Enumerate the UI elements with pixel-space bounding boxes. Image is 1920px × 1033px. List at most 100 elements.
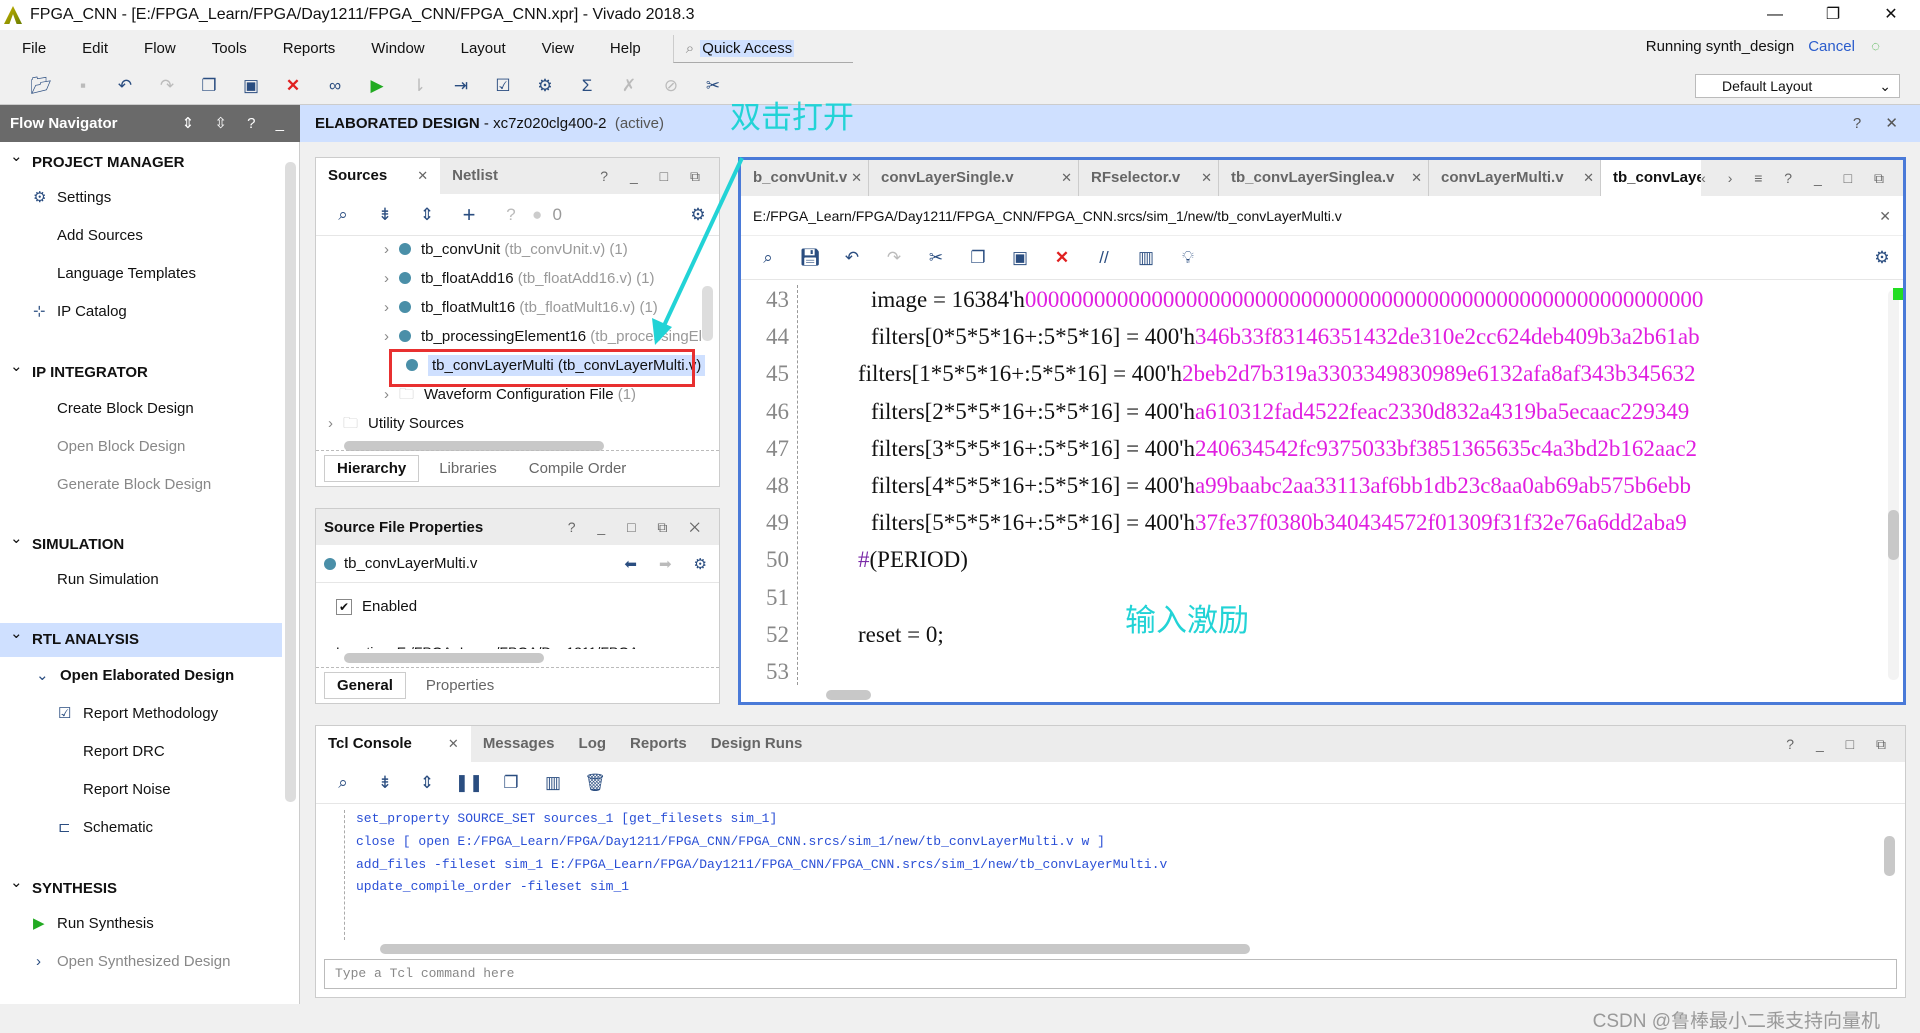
menu-tools[interactable]: Tools bbox=[190, 40, 261, 57]
editor-vscroll[interactable] bbox=[1888, 290, 1899, 680]
menu-flow[interactable]: Flow bbox=[122, 40, 190, 57]
close-button[interactable]: ✕ bbox=[1862, 0, 1920, 30]
tree-item[interactable]: › tb_floatMult16 (tb_floatMult16.v) (1) bbox=[384, 294, 658, 322]
section-simulation[interactable]: SIMULATION bbox=[0, 522, 282, 562]
nav-create-block-design[interactable]: Create Block Design bbox=[0, 392, 282, 426]
paste-icon[interactable]: ▣ bbox=[230, 76, 272, 96]
editor-hscroll[interactable] bbox=[826, 690, 871, 700]
trash-icon[interactable]: 🗑︎ bbox=[574, 773, 616, 793]
console-vscroll[interactable] bbox=[1884, 836, 1895, 876]
layout-select[interactable]: Default Layout ⌄ bbox=[1695, 74, 1900, 98]
tab-file[interactable]: convLayerSingle.v ✕ bbox=[869, 160, 1079, 196]
redo-icon[interactable]: ↷ bbox=[873, 248, 915, 268]
expand-all-icon[interactable]: ⇕ bbox=[406, 773, 448, 793]
report-icon[interactable]: ☑ bbox=[482, 76, 524, 96]
nav-open-block-design[interactable]: Open Block Design bbox=[0, 430, 282, 464]
tab-messages[interactable]: Messages bbox=[471, 726, 567, 762]
tab-log[interactable]: Log bbox=[567, 726, 619, 762]
run-icon[interactable]: ▶ bbox=[356, 76, 398, 96]
close-icon[interactable]: ✕ bbox=[1061, 160, 1072, 196]
flow-nav-scrollbar[interactable] bbox=[285, 162, 296, 802]
props-hscroll[interactable] bbox=[344, 653, 544, 663]
section-project-manager[interactable]: PROJECT MANAGER bbox=[0, 140, 282, 180]
menu-file[interactable]: File bbox=[0, 40, 60, 57]
section-ip-integrator[interactable]: IP INTEGRATOR bbox=[0, 350, 282, 390]
nav-language-templates[interactable]: Language Templates bbox=[0, 257, 282, 291]
quick-access-input[interactable]: ⌕ Quick Access bbox=[672, 34, 853, 63]
nav-add-sources[interactable]: Add Sources bbox=[0, 219, 282, 253]
program-icon[interactable]: ⇥ bbox=[440, 76, 482, 96]
open-icon[interactable]: 📂︎ bbox=[20, 76, 62, 96]
copy-icon[interactable]: ❐ bbox=[490, 773, 532, 793]
save-icon[interactable]: ▪ bbox=[62, 76, 104, 96]
tool2-icon[interactable]: ⊘ bbox=[650, 76, 692, 96]
nav-schematic[interactable]: ⊏ Schematic bbox=[0, 811, 282, 845]
tool1-icon[interactable]: ✗ bbox=[608, 76, 650, 96]
flow-nav-controls-icon[interactable]: ⇕ ⇳ ? _ bbox=[182, 105, 292, 142]
undo-icon[interactable]: ↶ bbox=[831, 248, 873, 268]
cancel-link[interactable]: Cancel bbox=[1808, 38, 1855, 55]
collapse-all-icon[interactable]: ⇟ bbox=[364, 773, 406, 793]
search-icon[interactable]: ⌕ bbox=[747, 248, 789, 268]
tab-sources[interactable]: Sources ✕ bbox=[316, 158, 441, 194]
tab-reports[interactable]: Reports bbox=[618, 726, 699, 762]
lightbulb-icon[interactable]: 💡︎ bbox=[1167, 248, 1209, 268]
tab-general[interactable]: General bbox=[324, 672, 406, 699]
tool3-icon[interactable]: ✂ bbox=[692, 76, 734, 96]
section-rtl-analysis[interactable]: RTL ANALYSIS bbox=[0, 617, 282, 657]
save-icon[interactable]: 💾︎ bbox=[789, 248, 831, 268]
columns-icon[interactable]: ▥ bbox=[532, 773, 574, 793]
tree-item[interactable]: › 🗀︎ Utility Sources bbox=[328, 410, 464, 438]
nav-report-noise[interactable]: Report Noise bbox=[0, 773, 282, 807]
close-icon[interactable]: ✕ bbox=[448, 736, 459, 751]
panel-controls-icon[interactable]: ? _ □ ⧉ bbox=[1786, 726, 1895, 762]
panel-controls-icon[interactable]: ? _ □ ⧉ ✕ bbox=[568, 509, 709, 545]
menu-view[interactable]: View bbox=[520, 40, 588, 57]
search-icon[interactable]: ⌕ bbox=[322, 205, 364, 225]
header-controls-icon[interactable]: ? ✕ bbox=[1853, 105, 1908, 142]
add-icon[interactable]: + bbox=[448, 202, 490, 228]
collapse-all-icon[interactable]: ⇟ bbox=[364, 205, 406, 225]
columns-icon[interactable]: ▥ bbox=[1125, 248, 1167, 268]
nav-run-simulation[interactable]: Run Simulation bbox=[0, 563, 282, 597]
sigma-icon[interactable]: Σ bbox=[566, 76, 608, 96]
gear-icon[interactable]: ⚙ bbox=[677, 205, 719, 225]
tab-compile-order[interactable]: Compile Order bbox=[517, 456, 639, 481]
menu-window[interactable]: Window bbox=[349, 40, 438, 57]
close-icon[interactable]: ✕ bbox=[1879, 196, 1891, 236]
section-synthesis[interactable]: SYNTHESIS bbox=[0, 866, 282, 906]
gear-icon[interactable]: ⚙ bbox=[694, 555, 707, 573]
nav-open-synthesized-design[interactable]: › Open Synthesized Design bbox=[0, 945, 282, 979]
close-icon[interactable]: ✕ bbox=[1201, 160, 1212, 196]
forward-arrow-icon[interactable]: ➡ bbox=[659, 555, 672, 573]
close-icon[interactable]: ✕ bbox=[851, 160, 862, 196]
tree-item[interactable]: › tb_processingElement16 (tb_processingEl bbox=[384, 323, 702, 351]
tab-file[interactable]: convLayerMulti.v ✕ bbox=[1429, 160, 1601, 196]
nav-open-elaborated-design[interactable]: ⌄ Open Elaborated Design bbox=[0, 659, 282, 693]
nav-report-methodology[interactable]: ☑ Report Methodology bbox=[0, 697, 282, 731]
panel-controls-icon[interactable]: ? _ □ ⧉ bbox=[600, 158, 709, 194]
tab-file[interactable]: tb_convLayerSinglea.v ✕ bbox=[1219, 160, 1429, 196]
copy-icon[interactable]: ❐ bbox=[188, 76, 230, 96]
expand-all-icon[interactable]: ⇕ bbox=[406, 205, 448, 225]
maximize-button[interactable]: ❐ bbox=[1804, 0, 1862, 30]
tab-netlist[interactable]: Netlist bbox=[440, 158, 510, 194]
tab-hierarchy[interactable]: Hierarchy bbox=[324, 455, 420, 482]
step-icon[interactable]: ⇂ bbox=[398, 76, 440, 96]
tab-file[interactable]: RFselector.v ✕ bbox=[1079, 160, 1219, 196]
close-icon[interactable]: ✕ bbox=[1411, 160, 1422, 196]
enabled-checkbox[interactable]: ✔ Enabled bbox=[316, 583, 719, 615]
tcl-command-input[interactable]: Type a Tcl command here bbox=[324, 959, 1897, 989]
find-icon[interactable]: ∞ bbox=[314, 76, 356, 96]
tab-properties[interactable]: Properties bbox=[414, 673, 506, 698]
menu-reports[interactable]: Reports bbox=[261, 40, 350, 57]
sources-vscroll[interactable] bbox=[702, 286, 713, 341]
gear-icon[interactable]: ⚙ bbox=[1861, 248, 1903, 268]
settings-icon[interactable]: ⚙ bbox=[524, 76, 566, 96]
help-doc-icon[interactable]: ? bbox=[490, 205, 532, 225]
tab-libraries[interactable]: Libraries bbox=[427, 456, 509, 481]
comment-icon[interactable]: // bbox=[1083, 248, 1125, 268]
delete-icon[interactable]: ✕ bbox=[272, 76, 314, 96]
tree-item[interactable]: › tb_convUnit (tb_convUnit.v) (1) bbox=[384, 236, 628, 264]
tab-file[interactable]: b_convUnit.v ✕ bbox=[741, 160, 869, 196]
